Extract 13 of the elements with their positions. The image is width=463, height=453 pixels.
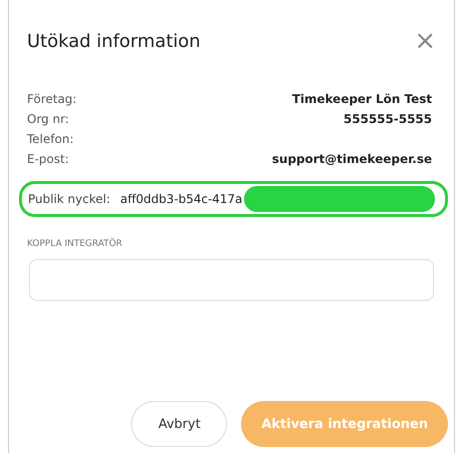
detail-value: 555555-5555 [344,112,432,126]
input-field[interactable] [29,259,434,301]
dialog-title: Utökad information [27,30,200,52]
detail-label: Företag: [27,92,77,106]
key-label: Publik nyckel: [28,192,110,206]
cancel-button[interactable]: Avbryt [131,401,228,447]
detail-label: Telefon: [27,132,74,146]
field-label: KOPPLA INTEGRATÖR [26,239,124,249]
detail-label: E-post: [27,152,69,166]
detail-value: support@timekeeper.se [272,152,432,166]
key-value: aff0ddb3-b54c-417a [120,192,242,206]
detail-label: Org nr: [27,112,69,126]
detail-value: Timekeeper Lön Test [292,92,432,106]
